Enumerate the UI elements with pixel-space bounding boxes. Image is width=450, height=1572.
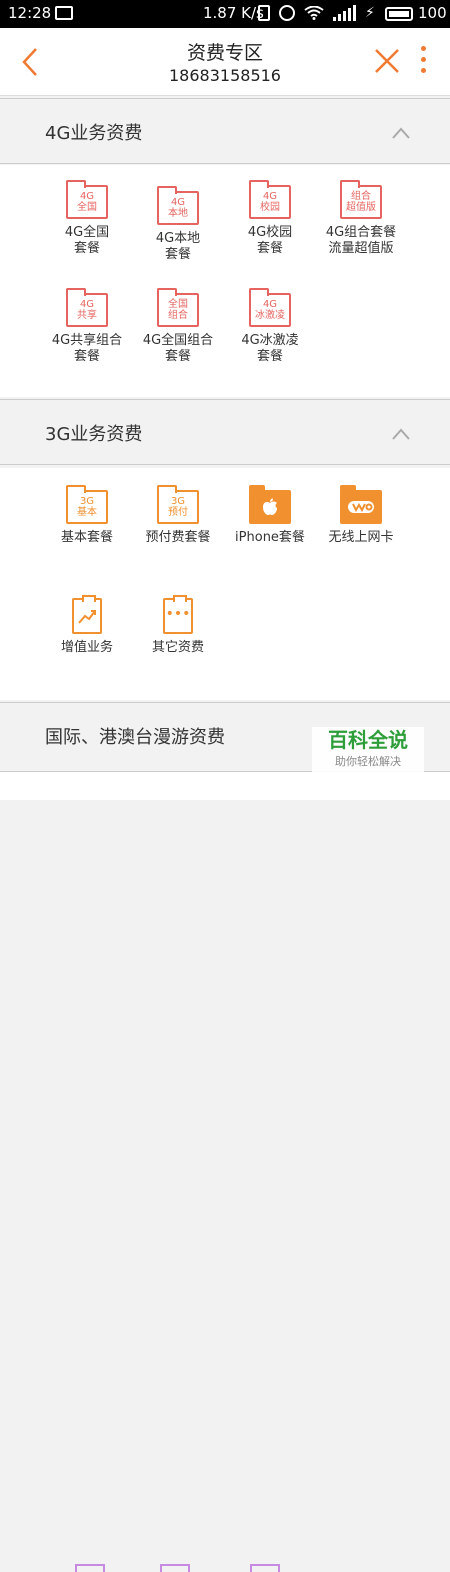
watermark-title: 百科全说	[328, 728, 408, 752]
wo-logo-icon	[340, 485, 382, 524]
item-label: iPhone套餐	[235, 530, 305, 545]
notification-icon	[55, 6, 73, 20]
alarm-icon	[279, 5, 295, 21]
4g-local-folder-icon: 4G 本地	[157, 186, 199, 225]
battery-icon	[385, 7, 413, 21]
network-speed: 1.87 K/s	[203, 4, 264, 22]
plan-4g-national-combo[interactable]: 全国 组合 4G全国组合 套餐	[128, 288, 228, 365]
chevron-up-icon[interactable]	[392, 428, 410, 440]
4g-shared-folder-icon: 4G 共享	[66, 288, 108, 327]
plan-3g-prepaid[interactable]: 3G 预付 预付费套餐	[128, 485, 228, 546]
section-4g-header[interactable]: 4G业务资费	[0, 98, 450, 164]
vibrate-icon	[258, 5, 270, 21]
charging-icon: ⚡	[365, 5, 375, 21]
section-4g-body: 4G 全国 4G全国 套餐 4G 本地 4G本地 套餐 4G 校园 4G校园 套…	[0, 165, 450, 397]
roaming-item-icon[interactable]	[160, 1564, 190, 1572]
combo-value-folder-icon: 组合 超值版	[340, 180, 382, 219]
apple-icon	[249, 485, 291, 524]
4g-icecream-folder-icon: 4G 冰激凌	[249, 288, 291, 327]
watermark-logo: 百科全说 助你轻松解决	[312, 727, 424, 773]
item-label: 预付费套餐	[145, 530, 211, 545]
value-added-services[interactable]: 增值业务	[37, 595, 137, 656]
4g-national-folder-icon: 4G 全国	[66, 180, 108, 219]
roaming-item-icon[interactable]	[75, 1564, 105, 1572]
item-label: 4G共享组合 套餐	[51, 333, 123, 364]
item-label: 增值业务	[60, 640, 113, 655]
3g-basic-folder-icon: 3G 基本	[66, 485, 108, 524]
status-time: 12:28	[8, 4, 52, 22]
item-label: 4G组合套餐 流量超值版	[325, 225, 397, 256]
chart-clipboard-icon	[72, 595, 102, 634]
wifi-icon	[304, 6, 324, 20]
item-label: 基本套餐	[60, 530, 113, 545]
plan-4g-shared[interactable]: 4G 共享 4G共享组合 套餐	[37, 288, 137, 365]
item-label: 无线上网卡	[328, 530, 394, 545]
plan-4g-icecream[interactable]: 4G 冰激凌 4G冰激凌 套餐	[220, 288, 320, 365]
plan-4g-national[interactable]: 4G 全国 4G全国 套餐	[37, 180, 137, 257]
item-label: 4G全国组合 套餐	[142, 333, 214, 364]
app-header: 资费专区 18683158516	[0, 28, 450, 96]
other-tariffs[interactable]: ••• 其它资费	[128, 595, 228, 656]
3g-prepaid-folder-icon: 3G 预付	[157, 485, 199, 524]
section-3g-header[interactable]: 3G业务资费	[0, 399, 450, 465]
section-roaming-body	[0, 772, 450, 1572]
plan-4g-combo-value[interactable]: 组合 超值版 4G组合套餐 流量超值版	[311, 180, 411, 257]
plan-iphone[interactable]: iPhone套餐	[220, 485, 320, 546]
more-menu-icon[interactable]	[418, 46, 428, 78]
national-combo-folder-icon: 全国 组合	[157, 288, 199, 327]
status-bar: 12:28 1.87 K/s ⚡ 100	[0, 0, 450, 28]
dots-clipboard-icon: •••	[163, 595, 193, 634]
item-label: 4G本地 套餐	[155, 231, 201, 262]
battery-level: 100	[418, 4, 447, 22]
chevron-up-icon[interactable]	[392, 127, 410, 139]
4g-campus-folder-icon: 4G 校园	[249, 180, 291, 219]
watermark-subtitle: 助你轻松解决	[335, 755, 401, 768]
plan-4g-campus[interactable]: 4G 校园 4G校园 套餐	[220, 180, 320, 257]
item-label: 4G校园 套餐	[247, 225, 293, 256]
section-3g-body: 3G 基本 基本套餐 3G 预付 预付费套餐 iPhone套餐 无线上网卡 增值…	[0, 468, 450, 700]
plan-3g-basic[interactable]: 3G 基本 基本套餐	[37, 485, 137, 546]
roaming-item-icon[interactable]	[250, 1564, 280, 1572]
close-icon[interactable]	[374, 48, 400, 74]
item-label: 其它资费	[151, 640, 204, 655]
signal-icon	[333, 5, 356, 21]
section-title: 4G业务资费	[45, 123, 143, 144]
item-label: 4G全国 套餐	[64, 225, 110, 256]
section-title: 国际、港澳台漫游资费	[45, 727, 225, 748]
section-title: 3G业务资费	[45, 424, 143, 445]
plan-wireless-card[interactable]: 无线上网卡	[311, 485, 411, 546]
item-label: 4G冰激凌 套餐	[241, 333, 299, 364]
plan-4g-local[interactable]: 4G 本地 4G本地 套餐	[128, 186, 228, 263]
